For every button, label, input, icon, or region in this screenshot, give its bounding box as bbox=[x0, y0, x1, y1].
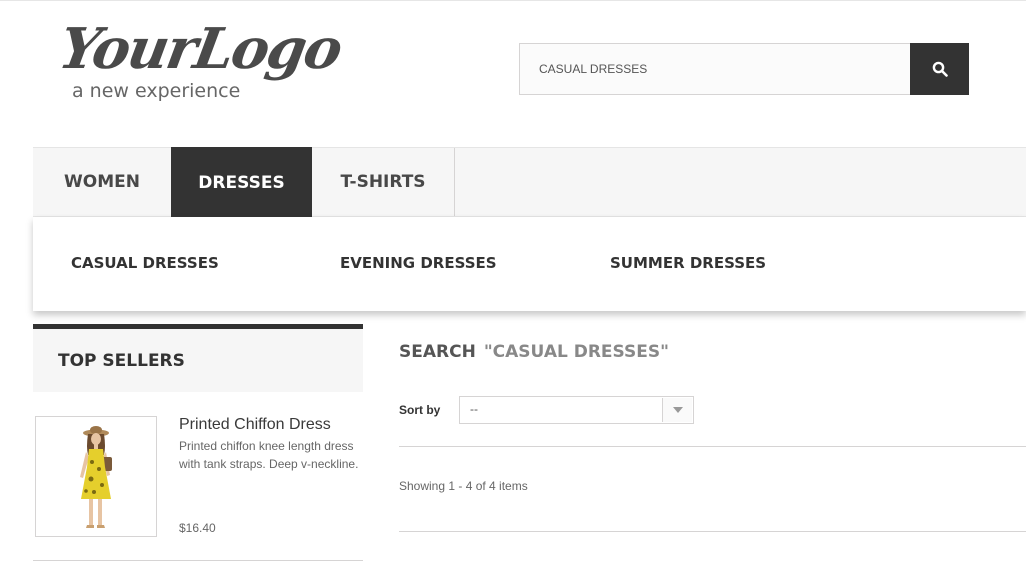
search-icon bbox=[932, 61, 948, 77]
logo-wordmark: YourLogo bbox=[54, 16, 346, 82]
dresses-submenu: CASUAL DRESSES EVENING DRESSES SUMMER DR… bbox=[33, 217, 1026, 311]
sort-by-label: Sort by bbox=[399, 403, 441, 417]
results-count: Showing 1 - 4 of 4 items bbox=[399, 479, 528, 493]
sort-dropdown-toggle[interactable] bbox=[662, 398, 692, 422]
search-heading-term: "CASUAL DRESSES" bbox=[483, 342, 669, 362]
dress-model-image bbox=[80, 426, 112, 528]
search-heading-label: SEARCH bbox=[399, 342, 476, 362]
menu-item-women[interactable]: WOMEN bbox=[33, 148, 171, 216]
search-button[interactable] bbox=[910, 43, 969, 95]
content-divider bbox=[399, 531, 1026, 532]
product-thumbnail[interactable] bbox=[35, 416, 157, 537]
menu-item-dresses[interactable]: DRESSES bbox=[171, 147, 312, 218]
search-box bbox=[519, 43, 911, 95]
sort-by-select[interactable]: -- bbox=[459, 396, 694, 424]
submenu-item-casual-dresses[interactable]: CASUAL DRESSES bbox=[71, 254, 219, 272]
top-sellers-title[interactable]: TOP SELLERS bbox=[58, 351, 185, 371]
main-menu: WOMEN DRESSES T-SHIRTS bbox=[33, 147, 1026, 218]
site-logo[interactable]: YourLogo a new experience bbox=[54, 16, 390, 111]
logo-tagline: a new experience bbox=[72, 80, 241, 102]
menu-divider bbox=[454, 148, 455, 216]
top-divider bbox=[0, 0, 1026, 1]
product-description: Printed chiffon knee length dress with t… bbox=[179, 439, 359, 471]
content-divider bbox=[399, 446, 1026, 447]
sidebar-divider bbox=[33, 560, 363, 561]
top-sellers-block-header: TOP SELLERS bbox=[33, 324, 363, 392]
chevron-down-icon bbox=[672, 407, 683, 413]
search-input[interactable] bbox=[520, 44, 910, 94]
submenu-item-summer-dresses[interactable]: SUMMER DRESSES bbox=[610, 254, 766, 272]
sort-by-value: -- bbox=[470, 402, 478, 416]
product-price: $16.40 bbox=[179, 521, 216, 535]
search-results-heading: SEARCH "CASUAL DRESSES" bbox=[399, 342, 669, 362]
submenu-item-evening-dresses[interactable]: EVENING DRESSES bbox=[340, 254, 497, 272]
menu-item-t-shirts[interactable]: T-SHIRTS bbox=[312, 148, 454, 216]
product-name-link[interactable]: Printed Chiffon Dress bbox=[179, 416, 331, 434]
